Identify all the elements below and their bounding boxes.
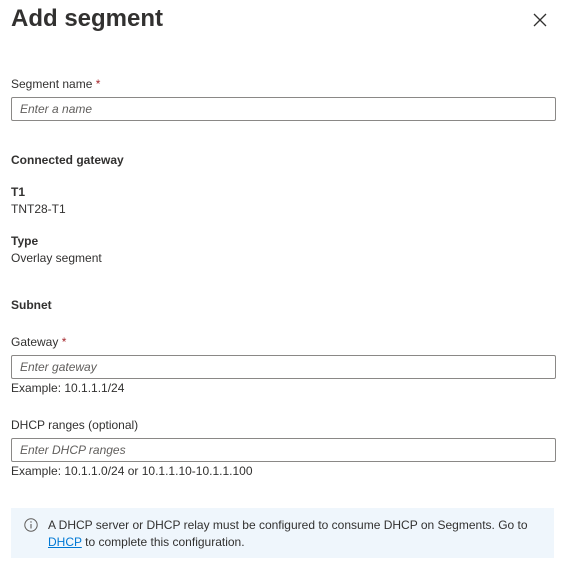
info-icon [24,518,38,532]
dhcp-link[interactable]: DHCP [48,535,82,549]
gateway-input[interactable] [11,355,556,379]
segment-name-input[interactable] [11,97,556,121]
close-icon [533,13,547,27]
gateway-label: Gateway * [11,335,67,349]
t1-value: TNT28-T1 [11,202,66,216]
dhcp-ranges-example: Example: 10.1.1.0/24 or 10.1.1.10-10.1.1… [11,464,253,478]
panel-title: Add segment [11,5,164,32]
type-value: Overlay segment [11,251,102,265]
subnet-heading: Subnet [11,298,52,312]
dhcp-ranges-label: DHCP ranges (optional) [11,418,139,432]
segment-name-label: Segment name * [11,77,101,91]
t1-label: T1 [11,185,26,199]
gateway-example: Example: 10.1.1.1/24 [11,381,125,395]
add-segment-panel: Add segment Segment name * Connected gat… [0,0,564,568]
required-mark: * [95,77,101,91]
info-message-bar: A DHCP server or DHCP relay must be conf… [11,508,554,558]
close-button[interactable] [528,8,552,32]
connected-gateway-heading: Connected gateway [11,153,124,167]
type-label: Type [11,234,39,248]
required-mark: * [61,335,67,349]
dhcp-ranges-input[interactable] [11,438,556,462]
info-message-text: A DHCP server or DHCP relay must be conf… [48,518,528,549]
